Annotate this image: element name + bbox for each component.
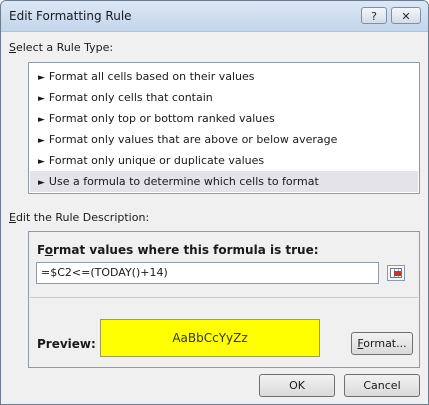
preview-swatch: AaBbCcYyZz xyxy=(100,319,320,357)
arrow-right-icon: ► xyxy=(38,115,45,125)
rule-type-item[interactable]: ► Format only values that are above or be… xyxy=(30,129,418,150)
rule-type-item[interactable]: ► Format only unique or duplicate values xyxy=(30,150,418,171)
rule-description-label: Edit the Rule Description: xyxy=(9,211,150,224)
help-button[interactable]: ? xyxy=(361,7,387,24)
rule-type-item[interactable]: ► Format all cells based on their values xyxy=(30,66,418,87)
rule-type-item[interactable]: ► Format only cells that contain xyxy=(30,87,418,108)
rule-description-panel: Format values where this formula is true… xyxy=(28,231,420,368)
preview-label: Preview: xyxy=(37,337,96,351)
format-button[interactable]: Format... xyxy=(351,332,413,355)
rule-type-item[interactable]: ► Format only top or bottom ranked values xyxy=(30,108,418,129)
collapse-dialog-icon[interactable] xyxy=(387,265,405,281)
rule-type-label: Select a Rule Type: xyxy=(9,41,114,54)
rule-type-item-selected[interactable]: ► Use a formula to determine which cells … xyxy=(30,171,418,192)
title-bar: Edit Formatting Rule ? ✕ xyxy=(1,1,428,32)
ok-button[interactable]: OK xyxy=(259,374,335,397)
arrow-right-icon: ► xyxy=(38,136,45,146)
dialog-title: Edit Formatting Rule xyxy=(9,9,132,23)
formula-heading: Format values where this formula is true… xyxy=(37,243,319,257)
rule-type-list[interactable]: ► Format all cells based on their values … xyxy=(28,62,420,194)
arrow-right-icon: ► xyxy=(38,73,45,83)
arrow-right-icon: ► xyxy=(38,178,45,188)
close-button[interactable]: ✕ xyxy=(391,7,421,24)
edit-formatting-rule-dialog: Edit Formatting Rule ? ✕ Select a Rule T… xyxy=(0,0,429,405)
formula-input[interactable]: =$C2<=(TODAY()+14) xyxy=(36,262,379,284)
cancel-button[interactable]: Cancel xyxy=(344,374,420,397)
arrow-right-icon: ► xyxy=(38,157,45,167)
arrow-right-icon: ► xyxy=(38,94,45,104)
